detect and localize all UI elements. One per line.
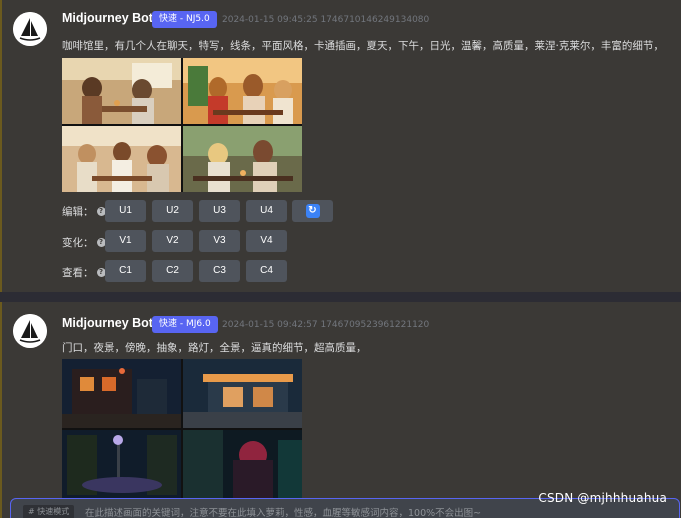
prompt-text: 咖啡馆里，有几个人在聊天，特写，线条，平面风格，卡通插画，夏天，下午，日光，温馨… xyxy=(62,40,664,52)
upscale-1-button[interactable]: U1 xyxy=(105,200,146,222)
edit-row-label: 编辑： ? xyxy=(62,204,106,219)
variation-3-button[interactable]: V3 xyxy=(199,230,240,252)
variation-4-button[interactable]: V4 xyxy=(246,230,287,252)
upscale-3-button[interactable]: U3 xyxy=(199,200,240,222)
image-tile[interactable] xyxy=(183,58,302,124)
view-4-button[interactable]: C4 xyxy=(246,260,287,282)
sailboat-logo-icon xyxy=(13,12,47,46)
bot-avatar[interactable] xyxy=(13,12,47,46)
timestamp: 2024-01-15 09:45:25 1746710146249134080 xyxy=(222,15,430,25)
view-2-button[interactable]: C2 xyxy=(152,260,193,282)
prompt-text: 门口，夜景，傍晚，抽象，路灯，全景，逼真的细节，超高质量， xyxy=(62,342,367,354)
timestamp: 2024-01-15 09:42:57 1746709523961221120 xyxy=(222,320,430,330)
bot-avatar[interactable] xyxy=(13,314,47,348)
variation-1-button[interactable]: V1 xyxy=(105,230,146,252)
image-tile[interactable] xyxy=(62,359,181,428)
sailboat-logo-icon xyxy=(13,314,47,348)
bot-name[interactable]: Midjourney Bot xyxy=(62,316,153,330)
variation-2-button[interactable]: V2 xyxy=(152,230,193,252)
image-tile[interactable] xyxy=(62,126,181,192)
reroll-button[interactable]: ↻ xyxy=(292,200,333,222)
image-tile[interactable] xyxy=(62,58,181,124)
message-2: Midjourney Bot 快速 - MJ6.0 2024-01-15 09:… xyxy=(0,302,681,518)
variation-row-label: 变化： ? xyxy=(62,235,106,250)
view-1-button[interactable]: C1 xyxy=(105,260,146,282)
image-tile[interactable] xyxy=(183,430,302,499)
image-tile[interactable] xyxy=(62,430,181,499)
view-3-button[interactable]: C3 xyxy=(199,260,240,282)
upscale-2-button[interactable]: U2 xyxy=(152,200,193,222)
speed-badge: 快速 - MJ6.0 xyxy=(152,316,218,333)
image-tile[interactable] xyxy=(183,126,302,192)
view-row-label: 查看： ? xyxy=(62,265,106,280)
generated-image-grid[interactable] xyxy=(62,58,302,192)
speed-badge: 快速 - NJ5.0 xyxy=(152,11,217,28)
watermark: CSDN @mjhhhuahua xyxy=(538,491,667,505)
generated-image-grid[interactable] xyxy=(62,359,302,499)
prompt-input-placeholder[interactable]: 在此描述画面的关键词，注意不要在此填入萝莉，性感，血腥等敏感词内容，100%不会… xyxy=(85,505,481,518)
refresh-icon: ↻ xyxy=(305,204,320,218)
message-divider xyxy=(0,292,681,302)
message-1: Midjourney Bot 快速 - NJ5.0 2024-01-15 09:… xyxy=(0,0,681,292)
mode-tag[interactable]: # 快速模式 xyxy=(23,505,75,518)
bot-name[interactable]: Midjourney Bot xyxy=(62,11,153,25)
upscale-4-button[interactable]: U4 xyxy=(246,200,287,222)
image-tile[interactable] xyxy=(183,359,302,428)
